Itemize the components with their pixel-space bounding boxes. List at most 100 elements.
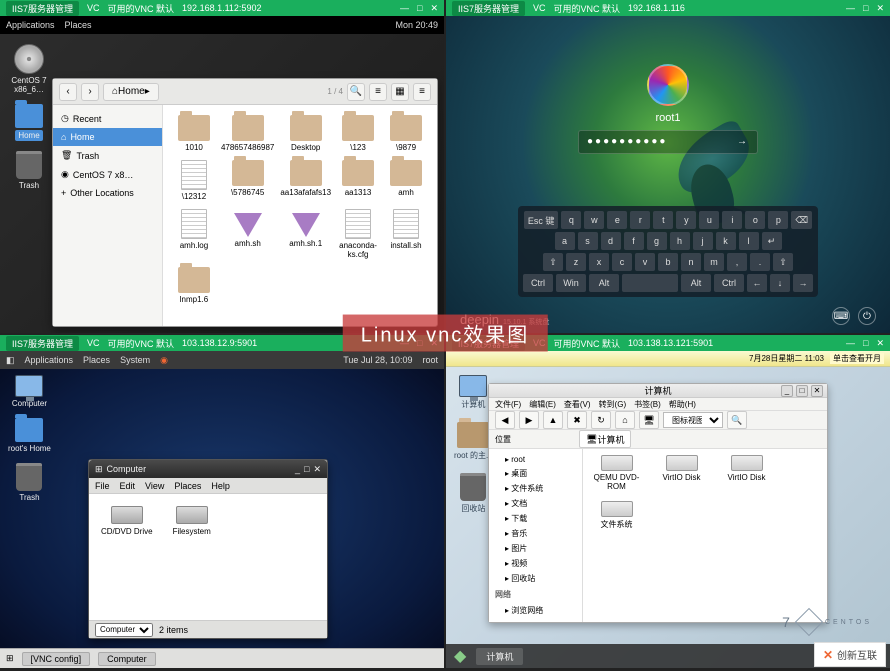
menu-view[interactable]: View (145, 481, 164, 491)
close-icon[interactable]: ✕ (313, 464, 321, 475)
menu-icon[interactable]: ≡ (413, 83, 431, 101)
max-icon[interactable]: □ (796, 385, 808, 397)
key-k[interactable]: k (716, 232, 736, 250)
min-icon[interactable]: — (400, 338, 409, 348)
sidebar-home[interactable]: ⌂ Home (53, 128, 162, 146)
desktop-home-icon[interactable]: root's Home (8, 418, 51, 453)
file-item[interactable]: \5786745 (219, 158, 276, 203)
forward-button[interactable]: ▶ (519, 411, 539, 429)
key-h[interactable]: h (670, 232, 690, 250)
key-space[interactable] (622, 274, 678, 292)
menu-places[interactable]: Places (83, 355, 110, 365)
key-a[interactable]: a (555, 232, 575, 250)
key-Ctrl[interactable]: Ctrl (523, 274, 553, 292)
key-Win[interactable]: Win (556, 274, 586, 292)
task-computer[interactable]: 计算机 (476, 648, 523, 665)
item-virtio2[interactable]: VirtIO Disk (719, 455, 774, 491)
max-icon[interactable]: □ (417, 338, 422, 348)
key-c[interactable]: c (612, 253, 632, 271)
file-item[interactable]: amh (383, 158, 429, 203)
sidebar-cd[interactable]: ◉ CentOS 7 x8… (53, 165, 162, 184)
menu-system[interactable]: System (120, 355, 150, 365)
vnc-tab[interactable]: IIS7服务器管理 (6, 336, 79, 351)
file-item[interactable]: amh.sh.1 (278, 207, 333, 261)
file-item[interactable]: \123 (335, 113, 381, 154)
file-item[interactable]: \9879 (383, 113, 429, 154)
key-n[interactable]: n (681, 253, 701, 271)
topbar-menu-icon[interactable]: ◧ (6, 355, 15, 366)
desktop-home-icon[interactable]: root 的主... (454, 422, 493, 461)
file-item[interactable]: amh.sh (219, 207, 276, 261)
breadcrumb-computer[interactable]: 🖥 计算机 (579, 430, 631, 448)
close-icon[interactable]: ✕ (876, 3, 884, 14)
min-icon[interactable]: _ (781, 385, 793, 397)
min-icon[interactable]: — (400, 3, 409, 13)
key-Ctrl[interactable]: Ctrl (714, 274, 744, 292)
reload-button[interactable]: ↻ (591, 411, 611, 429)
sidebar-recent[interactable]: ◷ Recent (53, 109, 162, 128)
key-Esc 键[interactable]: Esc 键 (524, 211, 559, 229)
file-item[interactable]: 1010 (171, 113, 217, 154)
key-e[interactable]: e (607, 211, 627, 229)
view-mode-select[interactable]: 图标视图 (663, 412, 723, 428)
menu-edit[interactable]: 编辑(E) (529, 399, 556, 410)
item-virtio1[interactable]: VirtIO Disk (654, 455, 709, 491)
side-downloads[interactable]: ▸ 下载 (493, 511, 578, 526)
key-p[interactable]: p (768, 211, 788, 229)
back-button[interactable]: ◀ (495, 411, 515, 429)
side-docs[interactable]: ▸ 文档 (493, 496, 578, 511)
menu-places[interactable]: Places (65, 20, 92, 30)
forward-button[interactable]: › (81, 83, 99, 101)
file-item[interactable]: \12312 (171, 158, 217, 203)
search-icon[interactable]: 🔍 (347, 83, 365, 101)
key-x[interactable]: x (589, 253, 609, 271)
key-l[interactable]: l (739, 232, 759, 250)
submit-arrow-icon[interactable]: → (737, 136, 749, 147)
sidebar-trash[interactable]: 🗑 Trash (53, 146, 162, 165)
view-grid-icon[interactable]: ▦ (391, 83, 409, 101)
file-item[interactable]: amh.log (171, 207, 217, 261)
min-icon[interactable]: _ (295, 464, 300, 474)
file-item[interactable]: aa13afafafs13 (278, 158, 333, 203)
key-⌫[interactable]: ⌫ (791, 211, 812, 229)
key-d[interactable]: d (601, 232, 621, 250)
menu-file[interactable]: 文件(F) (495, 399, 521, 410)
key-i[interactable]: i (722, 211, 742, 229)
key-u[interactable]: u (699, 211, 719, 229)
firefox-icon[interactable]: ◉ (160, 355, 168, 366)
min-icon[interactable]: — (846, 338, 855, 348)
key-b[interactable]: b (658, 253, 678, 271)
sidebar-other[interactable]: + Other Locations (53, 184, 162, 202)
computer-button[interactable]: 🖥 (639, 411, 659, 429)
vnc-tab[interactable]: IIS7服务器管理 (6, 1, 79, 16)
max-icon[interactable]: □ (417, 3, 422, 13)
side-pictures[interactable]: ▸ 图片 (493, 541, 578, 556)
breadcrumb-home[interactable]: ⌂ Home ▸ (103, 83, 159, 101)
user-label[interactable]: root (422, 355, 438, 365)
menu-help[interactable]: Help (211, 481, 230, 491)
key-r[interactable]: r (630, 211, 650, 229)
menu-applications[interactable]: Applications (25, 355, 74, 365)
home-button[interactable]: ⌂ (615, 411, 635, 429)
side-browse-network[interactable]: ▸ 浏览网络 (493, 603, 578, 618)
max-icon[interactable]: □ (863, 3, 868, 13)
key-y[interactable]: y (676, 211, 696, 229)
close-icon[interactable]: ✕ (430, 338, 438, 349)
menu-applications[interactable]: Applications (6, 20, 55, 30)
item-filesystem[interactable]: Filesystem (173, 506, 211, 536)
desktop-trash-icon[interactable]: Trash (16, 151, 42, 190)
item-cddvd[interactable]: CD/DVD Drive (101, 506, 153, 536)
vnc-tab[interactable]: IIS7服务器管理 (452, 1, 525, 16)
logout-link[interactable]: 单击查看开月 (830, 353, 884, 364)
key-.[interactable]: . (750, 253, 770, 271)
side-root[interactable]: ▸ root (493, 453, 578, 466)
key-Alt[interactable]: Alt (681, 274, 711, 292)
file-item[interactable]: install.sh (383, 207, 429, 261)
key-m[interactable]: m (704, 253, 724, 271)
side-videos[interactable]: ▸ 视频 (493, 556, 578, 571)
side-trash[interactable]: ▸ 回收站 (493, 571, 578, 586)
menu-help[interactable]: 帮助(H) (669, 399, 696, 410)
desktop-home-icon[interactable]: Home (15, 104, 43, 141)
key-⇧[interactable]: ⇧ (773, 253, 793, 271)
max-icon[interactable]: □ (863, 338, 868, 348)
